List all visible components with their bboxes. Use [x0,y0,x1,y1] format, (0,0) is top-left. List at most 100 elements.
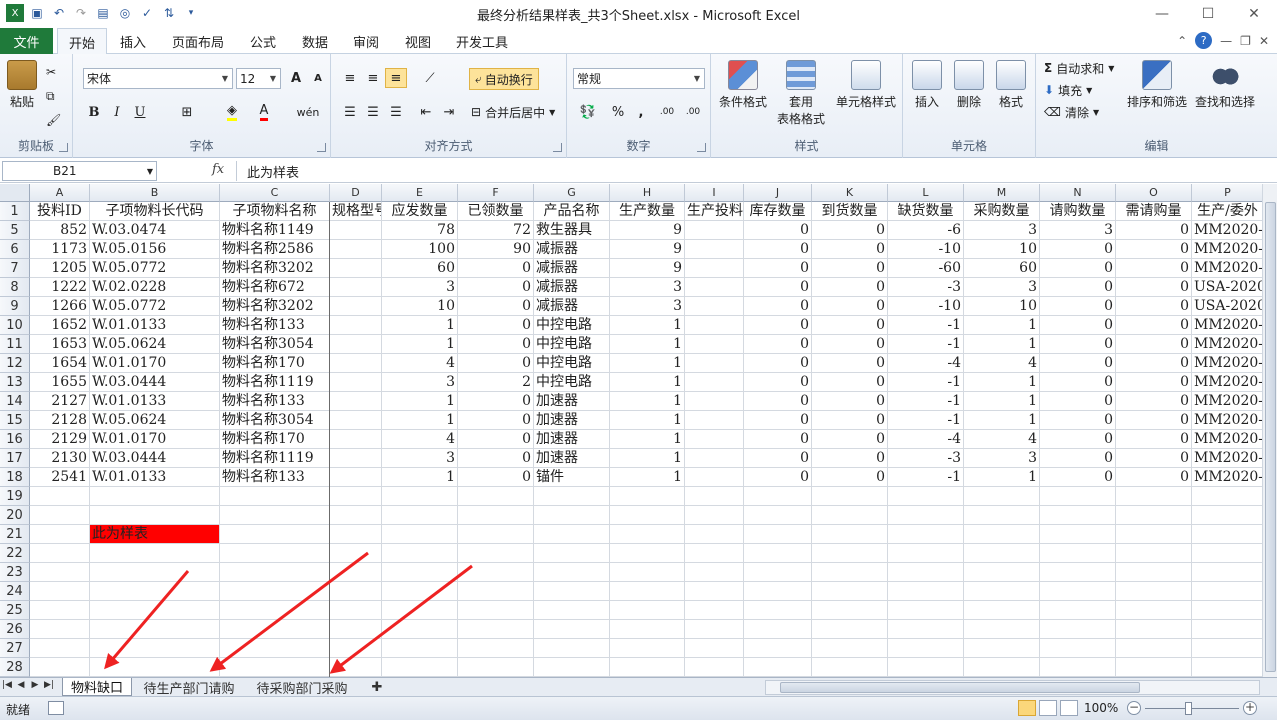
tab-home[interactable]: 开始 [57,28,107,55]
table-cell[interactable]: 1 [382,468,458,487]
copy-button[interactable]: ⧉ [46,86,55,106]
font-color-button[interactable]: A [253,102,275,122]
table-cell[interactable]: -3 [888,449,964,468]
table-cell[interactable] [812,639,888,658]
table-cell[interactable] [888,487,964,506]
row-header[interactable]: 21 [0,525,30,544]
table-cell[interactable]: W.05.0624 [90,335,220,354]
table-cell[interactable]: 0 [1116,259,1192,278]
page-break-view-icon[interactable] [1060,700,1078,716]
table-cell[interactable] [534,658,610,677]
clear-button[interactable]: ⌫ 清除 ▼ [1044,102,1099,122]
select-all-corner[interactable] [0,184,30,202]
italic-button[interactable]: I [106,102,128,122]
table-cell[interactable] [610,506,685,525]
table-cell[interactable]: 3 [964,221,1040,240]
delete-cells-button[interactable]: 删除 [949,60,989,110]
table-cell[interactable] [1192,525,1262,544]
table-cell[interactable] [685,506,744,525]
column-header-G[interactable]: G [534,184,610,202]
table-cell[interactable]: 1 [964,468,1040,487]
table-cell[interactable]: 0 [458,392,534,411]
table-cell[interactable] [744,544,812,563]
minimize-icon[interactable]: — [1139,0,1185,27]
table-cell[interactable] [685,639,744,658]
tab-review[interactable]: 审阅 [343,28,389,54]
table-cell[interactable]: MM2020-00 [1192,449,1262,468]
table-cell[interactable] [1192,506,1262,525]
table-cell[interactable] [964,582,1040,601]
table-cell[interactable] [1192,563,1262,582]
table-cell[interactable]: 0 [744,411,812,430]
table-cell[interactable]: 2 [458,373,534,392]
column-header-D[interactable]: D [330,184,382,202]
table-cell[interactable] [812,620,888,639]
table-cell[interactable] [534,582,610,601]
table-cell[interactable]: USA-2020- [1192,278,1262,297]
table-cell[interactable]: 减振器 [534,259,610,278]
table-cell[interactable] [1116,563,1192,582]
excel-logo-icon[interactable]: X [6,4,24,22]
fill-color-button[interactable]: ◈ [221,102,243,122]
table-cell[interactable]: 2128 [30,411,90,430]
table-cell[interactable]: 3 [382,449,458,468]
table-cell[interactable]: 物料名称3054 [220,411,330,430]
column-title-cell[interactable]: 生产投料单 [685,202,744,221]
row-header[interactable]: 27 [0,639,30,658]
table-cell[interactable] [1192,487,1262,506]
table-cell[interactable]: 0 [1116,278,1192,297]
table-cell[interactable] [458,544,534,563]
table-cell[interactable] [330,487,382,506]
table-cell[interactable] [30,506,90,525]
table-cell[interactable] [330,601,382,620]
table-cell[interactable] [888,506,964,525]
table-cell[interactable]: 1 [964,411,1040,430]
table-cell[interactable]: 1266 [30,297,90,316]
table-cell[interactable]: 90 [458,240,534,259]
table-cell[interactable]: 1 [610,411,685,430]
horizontal-scroll-thumb[interactable] [780,682,1140,693]
table-cell[interactable] [610,601,685,620]
table-cell[interactable]: W.03.0444 [90,449,220,468]
table-cell[interactable]: 100 [382,240,458,259]
row-header[interactable]: 6 [0,240,30,259]
zoom-in-icon[interactable]: + [1243,701,1257,715]
sort-filter-button[interactable]: 排序和筛选 [1124,60,1190,110]
table-cell[interactable] [382,525,458,544]
table-cell[interactable] [964,544,1040,563]
table-cell[interactable] [812,544,888,563]
row-header[interactable]: 9 [0,297,30,316]
table-cell[interactable]: 减振器 [534,297,610,316]
table-cell[interactable] [1192,601,1262,620]
table-cell[interactable] [458,525,534,544]
table-cell[interactable]: 加速器 [534,430,610,449]
vertical-scrollbar[interactable] [1262,184,1277,677]
table-cell[interactable] [382,620,458,639]
table-cell[interactable]: 0 [812,259,888,278]
table-cell[interactable] [685,449,744,468]
row-header[interactable]: 12 [0,354,30,373]
undo-icon[interactable]: ↶ [50,4,68,22]
table-cell[interactable] [330,582,382,601]
table-cell[interactable] [30,525,90,544]
table-cell[interactable] [1040,525,1116,544]
table-cell[interactable]: 1 [610,373,685,392]
table-cell[interactable]: 0 [1040,354,1116,373]
column-header-M[interactable]: M [964,184,1040,202]
increase-indent-button[interactable]: ⇥ [438,102,460,122]
table-cell[interactable]: 0 [744,221,812,240]
table-cell[interactable]: -6 [888,221,964,240]
bold-button[interactable]: B [83,102,105,122]
table-cell[interactable] [458,506,534,525]
worksheet-grid[interactable]: ABCDEFGHIJKLMNOP1投料ID子项物料长代码子项物料名称规格型号应发… [0,184,1262,677]
table-cell[interactable] [458,563,534,582]
table-cell[interactable]: -4 [888,354,964,373]
table-cell[interactable] [30,487,90,506]
table-cell[interactable]: 1654 [30,354,90,373]
table-cell[interactable]: 4 [964,430,1040,449]
table-cell[interactable]: 物料名称1119 [220,373,330,392]
table-cell[interactable]: 救生器具 [534,221,610,240]
table-cell[interactable] [964,639,1040,658]
table-cell[interactable] [458,639,534,658]
table-cell[interactable]: 0 [458,297,534,316]
